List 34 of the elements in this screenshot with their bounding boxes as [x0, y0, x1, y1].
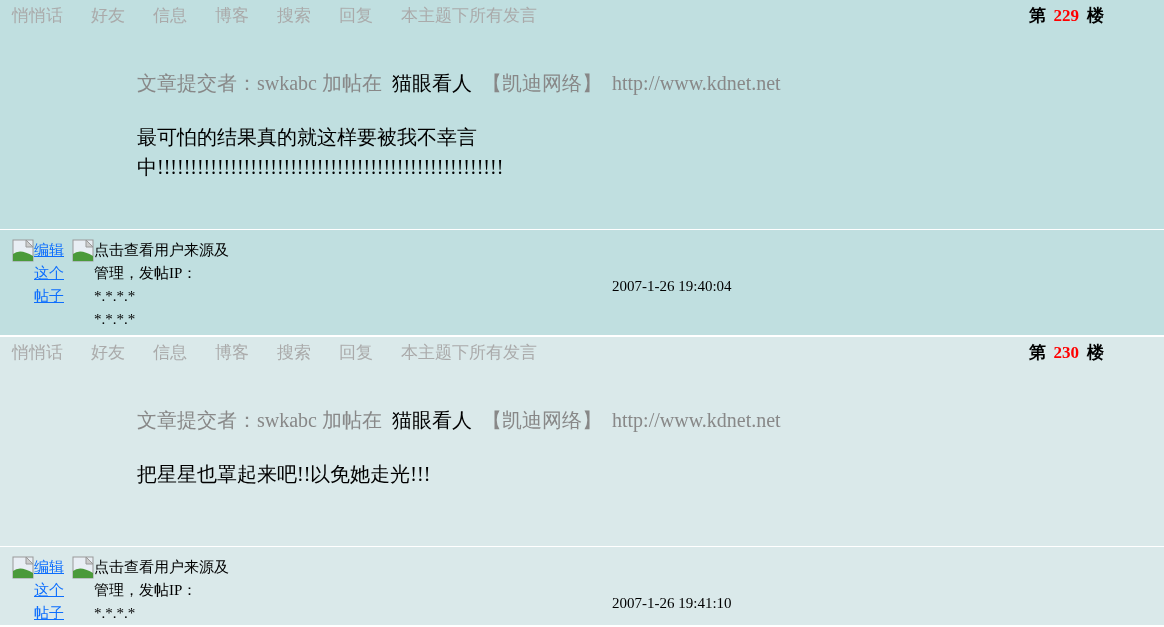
post-text: 最可怕的结果真的就这样要被我不幸言中!!!!!!!!!!!!!!!!!!!!!!!!!!!!!!!!!!!!!!!!!!!!!!!!!!!! — [137, 125, 505, 180]
toolbar-link[interactable]: 博客 — [215, 340, 249, 366]
toolbar-link[interactable]: 信息 — [153, 340, 187, 366]
floor-number: 229 — [1053, 5, 1079, 27]
site-name: 【凯迪网络】 — [482, 71, 602, 96]
broken-image-icon — [72, 239, 94, 262]
toolbar-link[interactable]: 搜索 — [277, 340, 311, 366]
toolbar-link[interactable]: 好友 — [91, 340, 125, 366]
broken-image-icon — [12, 556, 34, 579]
floor-label: 楼 — [1087, 342, 1104, 364]
ip-address: *.*.*.* — [94, 604, 137, 623]
broken-image-icon — [12, 239, 34, 262]
ip-address: *.*.*.* — [94, 310, 137, 329]
post-time: 2007-1-26 19:41:10 — [612, 594, 732, 613]
ip-address: *.*.*.* — [94, 287, 137, 306]
site-url: http://www.kdnet.net — [612, 408, 781, 434]
post-time: 2007-1-26 19:40:04 — [612, 277, 732, 296]
broken-image-icon — [72, 556, 94, 579]
floor-label: 楼 — [1087, 5, 1104, 27]
toolbar-link[interactable]: 本主题下所有发言 — [401, 340, 537, 366]
user-source-link[interactable]: 点击查看用户来源及管理，发帖IP： — [94, 556, 242, 602]
toolbar-link[interactable]: 回复 — [339, 340, 373, 366]
floor-label: 第 — [1028, 5, 1046, 27]
toolbar-link[interactable]: 悄悄话 — [12, 340, 63, 366]
floor-number: 230 — [1053, 342, 1079, 364]
post-text: 把星星也罩起来吧!!以免她走光!!! — [137, 462, 432, 487]
floor-label: 第 — [1028, 342, 1046, 364]
board-name: 猫眼看人 — [392, 408, 472, 433]
submitter-label: 文章提交者：swkabc 加帖在 — [137, 71, 382, 96]
submitter-label: 文章提交者：swkabc 加帖在 — [137, 408, 382, 433]
site-name: 【凯迪网络】 — [482, 408, 602, 433]
board-name: 猫眼看人 — [392, 71, 472, 96]
site-url: http://www.kdnet.net — [612, 71, 781, 97]
user-source-link[interactable]: 点击查看用户来源及管理，发帖IP： — [94, 239, 242, 285]
